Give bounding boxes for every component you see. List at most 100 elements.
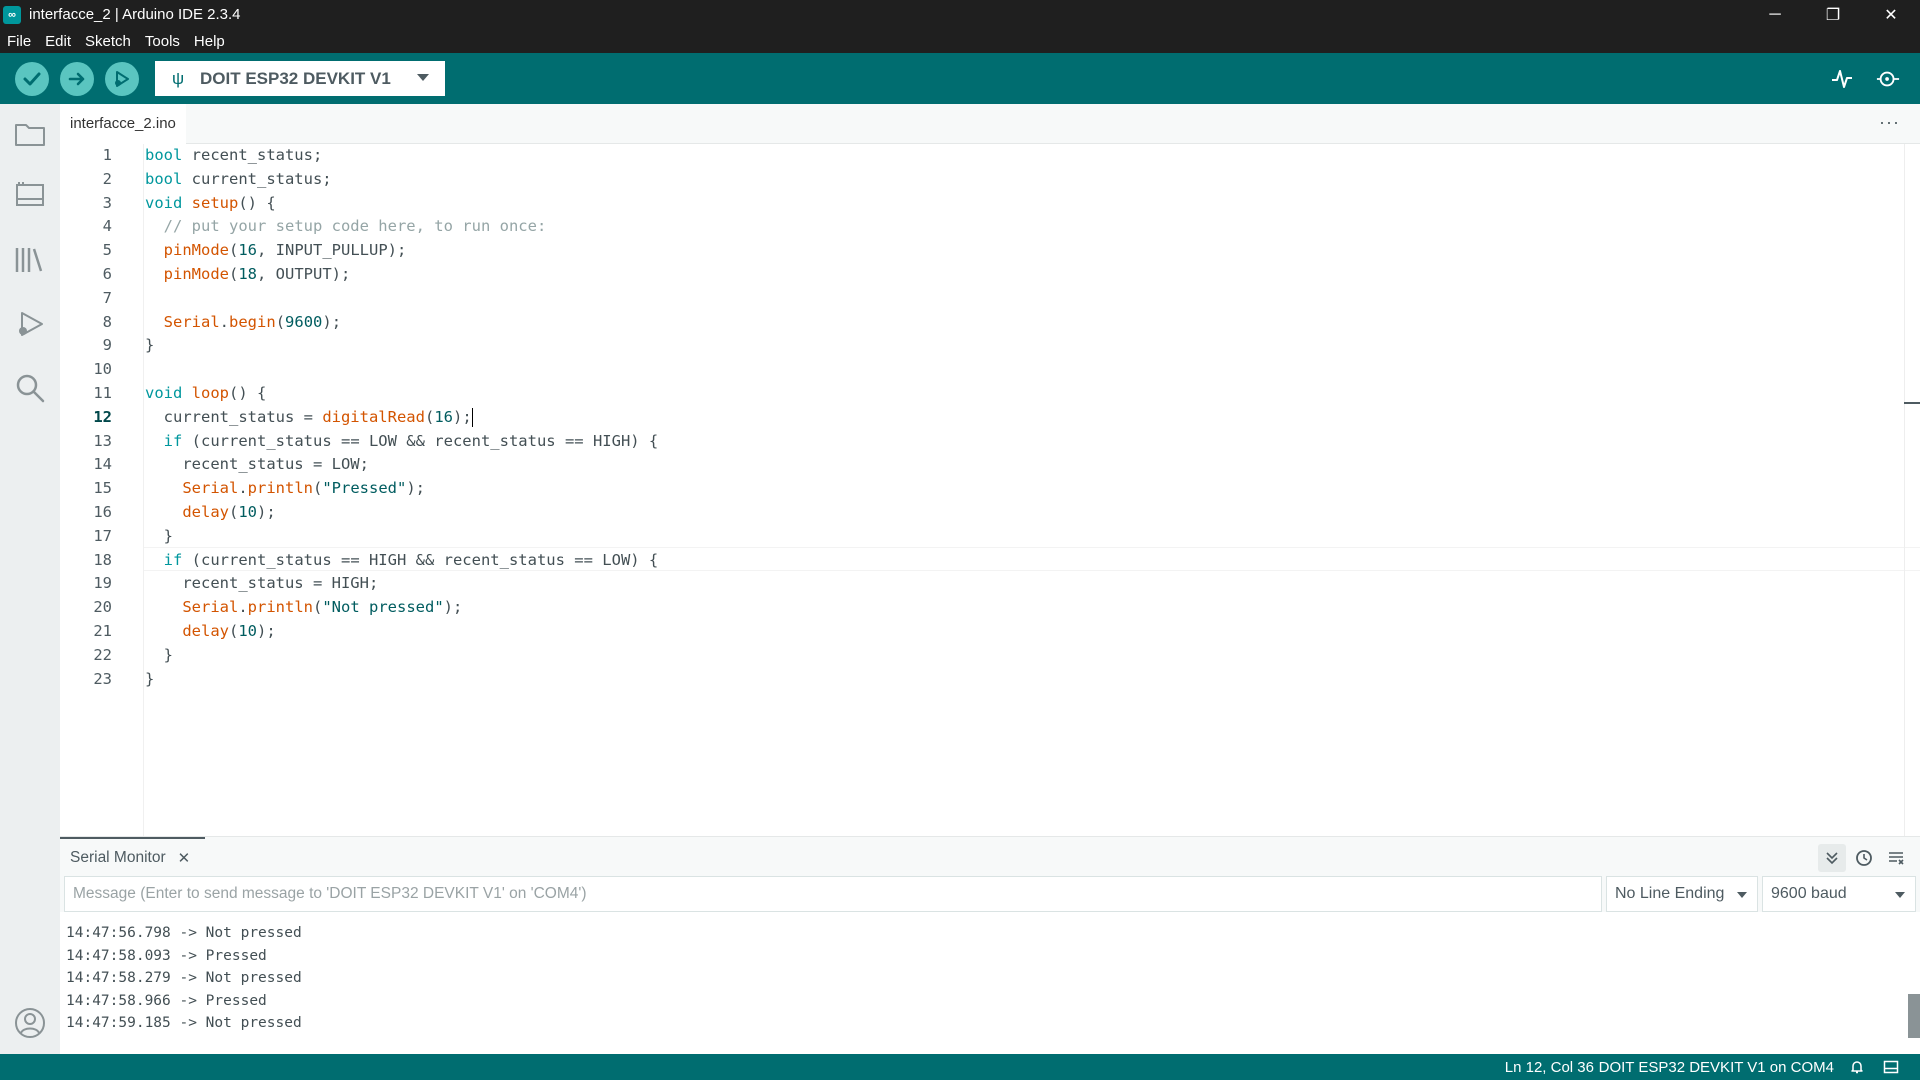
line-number: 22 bbox=[93, 645, 112, 664]
code-line: recent_status = HIGH; bbox=[145, 574, 379, 593]
code-line: pinMode(16, INPUT_PULLUP); bbox=[163, 241, 407, 260]
title-bar: ∞ interfacce_2 | Arduino IDE 2.3.4 ─ ❐ ✕ bbox=[0, 0, 1920, 29]
line-number: 20 bbox=[93, 598, 112, 617]
code-line: bool current_status; bbox=[145, 169, 332, 188]
message-input[interactable] bbox=[64, 876, 1602, 912]
tab-serial-monitor[interactable]: Serial Monitor ✕ bbox=[60, 837, 205, 877]
debug-play-icon bbox=[19, 312, 43, 336]
line-number: 7 bbox=[102, 288, 112, 307]
line-number: 5 bbox=[102, 241, 112, 260]
restore-button[interactable]: ❐ bbox=[1804, 0, 1862, 29]
menu-edit[interactable]: Edit bbox=[38, 33, 78, 50]
code-line: Serial.begin(9600); bbox=[163, 312, 342, 331]
cursor-position[interactable]: Ln 12, Col 36 bbox=[1505, 1059, 1594, 1076]
code-line: Serial.println("Not pressed"); bbox=[182, 598, 463, 617]
code-content[interactable]: bool recent_status; bool current_status;… bbox=[145, 144, 1845, 691]
line-number: 13 bbox=[93, 431, 112, 450]
gutter: 1 2 3 4 5 6 7 8 9 10 11 12 13 14 15 16 17 18 19 20 21 22 23 bbox=[60, 144, 144, 836]
menu-help[interactable]: Help bbox=[187, 33, 232, 50]
window-controls: ─ ❐ ✕ bbox=[1746, 0, 1920, 29]
clear-list-icon bbox=[1889, 852, 1904, 865]
menu-file[interactable]: File bbox=[0, 33, 38, 50]
menu-bar: File Edit Sketch Tools Help bbox=[0, 29, 1920, 53]
line-ending-value: No Line Ending bbox=[1615, 885, 1725, 902]
sidebar bbox=[0, 104, 60, 1054]
line-number: 4 bbox=[102, 217, 112, 236]
code-line: recent_status = LOW; bbox=[145, 455, 369, 474]
serial-input-row: No Line Ending 9600 baud bbox=[60, 876, 1920, 912]
output-line: 14:47:56.798 -> Not pressed bbox=[66, 925, 302, 941]
account-button[interactable] bbox=[12, 1005, 48, 1041]
line-number: 19 bbox=[93, 574, 112, 593]
serial-monitor-button[interactable] bbox=[1876, 67, 1900, 91]
serial-monitor-tools bbox=[1818, 844, 1910, 872]
line-number: 11 bbox=[93, 383, 112, 402]
library-manager-button[interactable] bbox=[12, 242, 48, 278]
menu-tools[interactable]: Tools bbox=[138, 33, 187, 50]
double-chevron-down-icon bbox=[1826, 852, 1838, 865]
bell-icon bbox=[1851, 1061, 1863, 1074]
timestamp-button[interactable] bbox=[1850, 844, 1878, 872]
line-number: 8 bbox=[102, 312, 112, 331]
line-number: 1 bbox=[102, 146, 112, 164]
serial-plotter-button[interactable] bbox=[1830, 67, 1854, 91]
menu-sketch[interactable]: Sketch bbox=[78, 33, 138, 50]
line-number: 23 bbox=[93, 669, 112, 688]
code-line: } bbox=[145, 645, 173, 664]
line-number: 6 bbox=[102, 264, 112, 283]
editor-scrollbar[interactable] bbox=[1904, 144, 1920, 836]
serial-monitor-header: Serial Monitor ✕ bbox=[60, 836, 1920, 876]
line-number: 2 bbox=[102, 169, 112, 188]
check-icon bbox=[23, 72, 41, 86]
boards-manager-button[interactable] bbox=[12, 178, 48, 214]
code-line: pinMode(18, OUTPUT); bbox=[163, 264, 351, 283]
toggle-panel-button[interactable] bbox=[1882, 1058, 1900, 1076]
debug-button[interactable] bbox=[105, 62, 139, 96]
line-ending-select[interactable]: No Line Ending bbox=[1606, 876, 1758, 912]
serial-monitor-icon bbox=[1876, 71, 1900, 87]
line-number: 9 bbox=[102, 336, 112, 355]
code-line: delay(10); bbox=[182, 502, 276, 521]
code-line: bool recent_status; bbox=[145, 146, 323, 164]
line-number: 15 bbox=[93, 479, 112, 498]
code-line: } bbox=[145, 669, 155, 688]
serial-output[interactable]: 14:47:56.798 -> Not pressed 14:47:58.093… bbox=[60, 916, 1920, 1054]
tab-interfacce-2-ino[interactable]: interfacce_2.ino bbox=[60, 104, 186, 144]
notifications-button[interactable] bbox=[1848, 1058, 1866, 1076]
clear-output-button[interactable] bbox=[1882, 844, 1910, 872]
plotter-icon bbox=[1832, 70, 1852, 88]
code-line: if (current_status == HIGH && recent_sta… bbox=[163, 550, 659, 569]
board-selector[interactable]: ψ DOIT ESP32 DEVKIT V1 bbox=[155, 61, 445, 96]
debug-panel-button[interactable] bbox=[12, 306, 48, 342]
line-number: 12 bbox=[93, 407, 112, 426]
close-icon[interactable]: ✕ bbox=[178, 849, 191, 867]
window-title: interfacce_2 | Arduino IDE 2.3.4 bbox=[29, 6, 241, 23]
code-line: void setup() { bbox=[145, 193, 276, 212]
line-number: 21 bbox=[93, 621, 112, 640]
code-line: if (current_status == LOW && recent_stat… bbox=[163, 431, 659, 450]
upload-button[interactable] bbox=[60, 62, 94, 96]
arduino-logo-icon: ∞ bbox=[3, 5, 21, 24]
toolbar: ψ DOIT ESP32 DEVKIT V1 bbox=[0, 53, 1920, 104]
code-line: current_status = digitalRead(16); bbox=[145, 405, 1845, 430]
line-numbers: 1 2 3 4 5 6 7 8 9 10 11 12 13 14 15 16 17 18 19 20 21 22 23 bbox=[60, 144, 112, 691]
autoscroll-button[interactable] bbox=[1818, 844, 1846, 872]
verify-button[interactable] bbox=[15, 62, 49, 96]
status-bar: Ln 12, Col 36 DOIT ESP32 DEVKIT V1 on CO… bbox=[0, 1054, 1920, 1080]
baud-rate-select[interactable]: 9600 baud bbox=[1762, 876, 1916, 912]
output-scrollbar-thumb[interactable] bbox=[1908, 994, 1920, 1038]
minimize-button[interactable]: ─ bbox=[1746, 0, 1804, 29]
scroll-position-marker bbox=[1904, 402, 1920, 404]
code-editor[interactable]: 1 2 3 4 5 6 7 8 9 10 11 12 13 14 15 16 17 18 19 20 21 22 23 bo… bbox=[60, 144, 1920, 836]
chevron-down-icon bbox=[417, 74, 429, 81]
editor-tab-bar: interfacce_2.ino ··· bbox=[60, 104, 1920, 144]
more-icon[interactable]: ··· bbox=[1879, 112, 1900, 133]
sketchbook-button[interactable] bbox=[12, 116, 48, 152]
clock-icon bbox=[1856, 850, 1872, 866]
close-button[interactable]: ✕ bbox=[1862, 0, 1920, 29]
search-button[interactable] bbox=[12, 370, 48, 406]
user-icon bbox=[15, 1008, 45, 1038]
board-port-status[interactable]: DOIT ESP32 DEVKIT V1 on COM4 bbox=[1599, 1059, 1834, 1076]
